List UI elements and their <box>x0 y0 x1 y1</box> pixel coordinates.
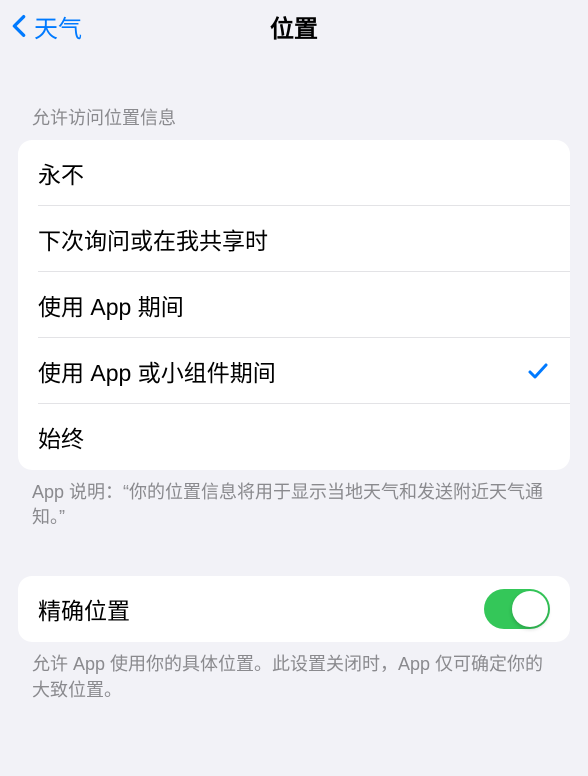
location-access-options: 永不 下次询问或在我共享时 使用 App 期间 使用 App 或小组件期间 始终 <box>18 140 570 470</box>
precise-location-footer: 允许 App 使用你的具体位置。此设置关闭时，App 仅可确定你的大致位置。 <box>0 642 588 702</box>
option-while-using-app[interactable]: 使用 App 期间 <box>18 272 570 338</box>
option-always[interactable]: 始终 <box>18 404 570 470</box>
option-label: 使用 App 期间 <box>38 288 184 322</box>
back-label: 天气 <box>34 9 82 44</box>
precise-location-label: 精确位置 <box>38 592 130 626</box>
back-button[interactable]: 天气 <box>12 9 82 44</box>
option-label: 下次询问或在我共享时 <box>38 222 268 256</box>
toggle-knob <box>512 591 548 627</box>
checkmark-icon <box>526 359 550 383</box>
option-while-using-app-or-widget[interactable]: 使用 App 或小组件期间 <box>18 338 570 404</box>
option-ask-next-time[interactable]: 下次询问或在我共享时 <box>18 206 570 272</box>
location-access-section-header: 允许访问位置信息 <box>0 52 588 140</box>
precise-location-row: 精确位置 <box>18 576 570 642</box>
option-label: 永不 <box>38 156 84 190</box>
location-access-footer: App 说明：“你的位置信息将用于显示当地天气和发送附近天气通知。” <box>0 470 588 530</box>
page-title: 位置 <box>270 9 318 44</box>
precise-location-group: 精确位置 <box>18 576 570 642</box>
option-label: 使用 App 或小组件期间 <box>38 354 276 388</box>
precise-location-toggle[interactable] <box>484 589 550 629</box>
option-label: 始终 <box>38 420 84 454</box>
navigation-header: 天气 位置 <box>0 0 588 52</box>
chevron-left-icon <box>12 12 30 40</box>
option-never[interactable]: 永不 <box>18 140 570 206</box>
